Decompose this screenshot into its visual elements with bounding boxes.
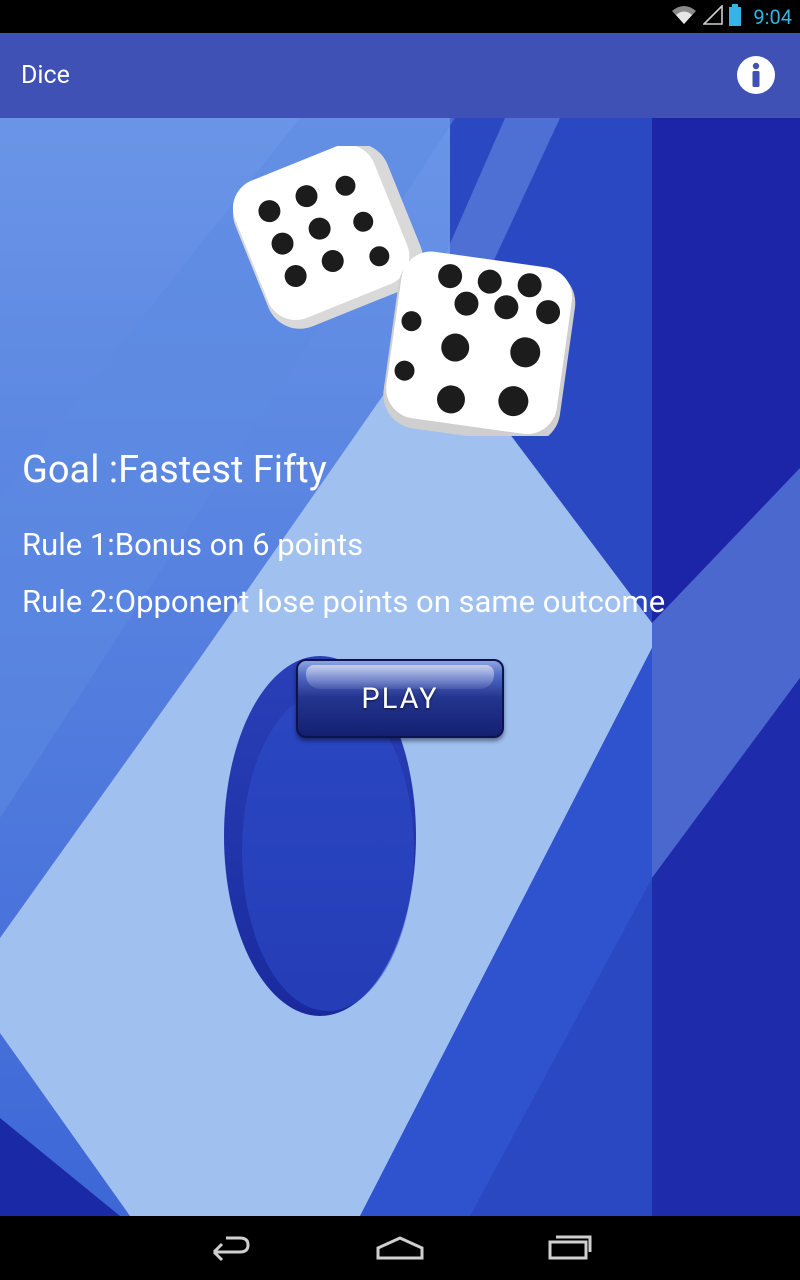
rule-1-text: Rule 1:Bonus on 6 points — [22, 526, 364, 563]
rule-2-text: Rule 2:Opponent lose points on same outc… — [22, 583, 666, 620]
status-bar: 9:04 — [0, 0, 800, 33]
main-content: Goal :Fastest Fifty Rule 1:Bonus on 6 po… — [0, 118, 800, 1216]
info-icon — [737, 56, 775, 94]
goal-text: Goal :Fastest Fifty — [22, 448, 327, 492]
recents-icon — [548, 1235, 592, 1260]
signal-icon — [702, 3, 724, 29]
home-button[interactable] — [370, 1228, 430, 1268]
back-button[interactable] — [200, 1228, 260, 1268]
nav-bar — [0, 1216, 800, 1280]
play-button-label: PLAY — [361, 681, 439, 716]
home-icon — [376, 1236, 424, 1260]
status-time: 9:04 — [753, 4, 792, 29]
recents-button[interactable] — [540, 1228, 600, 1268]
battery-icon — [729, 3, 742, 30]
die-right — [383, 251, 576, 436]
info-button[interactable] — [736, 55, 776, 95]
back-icon — [212, 1236, 250, 1262]
status-icons: 9:04 — [671, 0, 792, 33]
app-bar: Dice — [0, 33, 800, 118]
app-title: Dice — [21, 61, 70, 90]
dice-illustration — [232, 146, 576, 436]
wifi-icon — [671, 5, 697, 29]
play-button[interactable]: PLAY — [296, 659, 504, 738]
